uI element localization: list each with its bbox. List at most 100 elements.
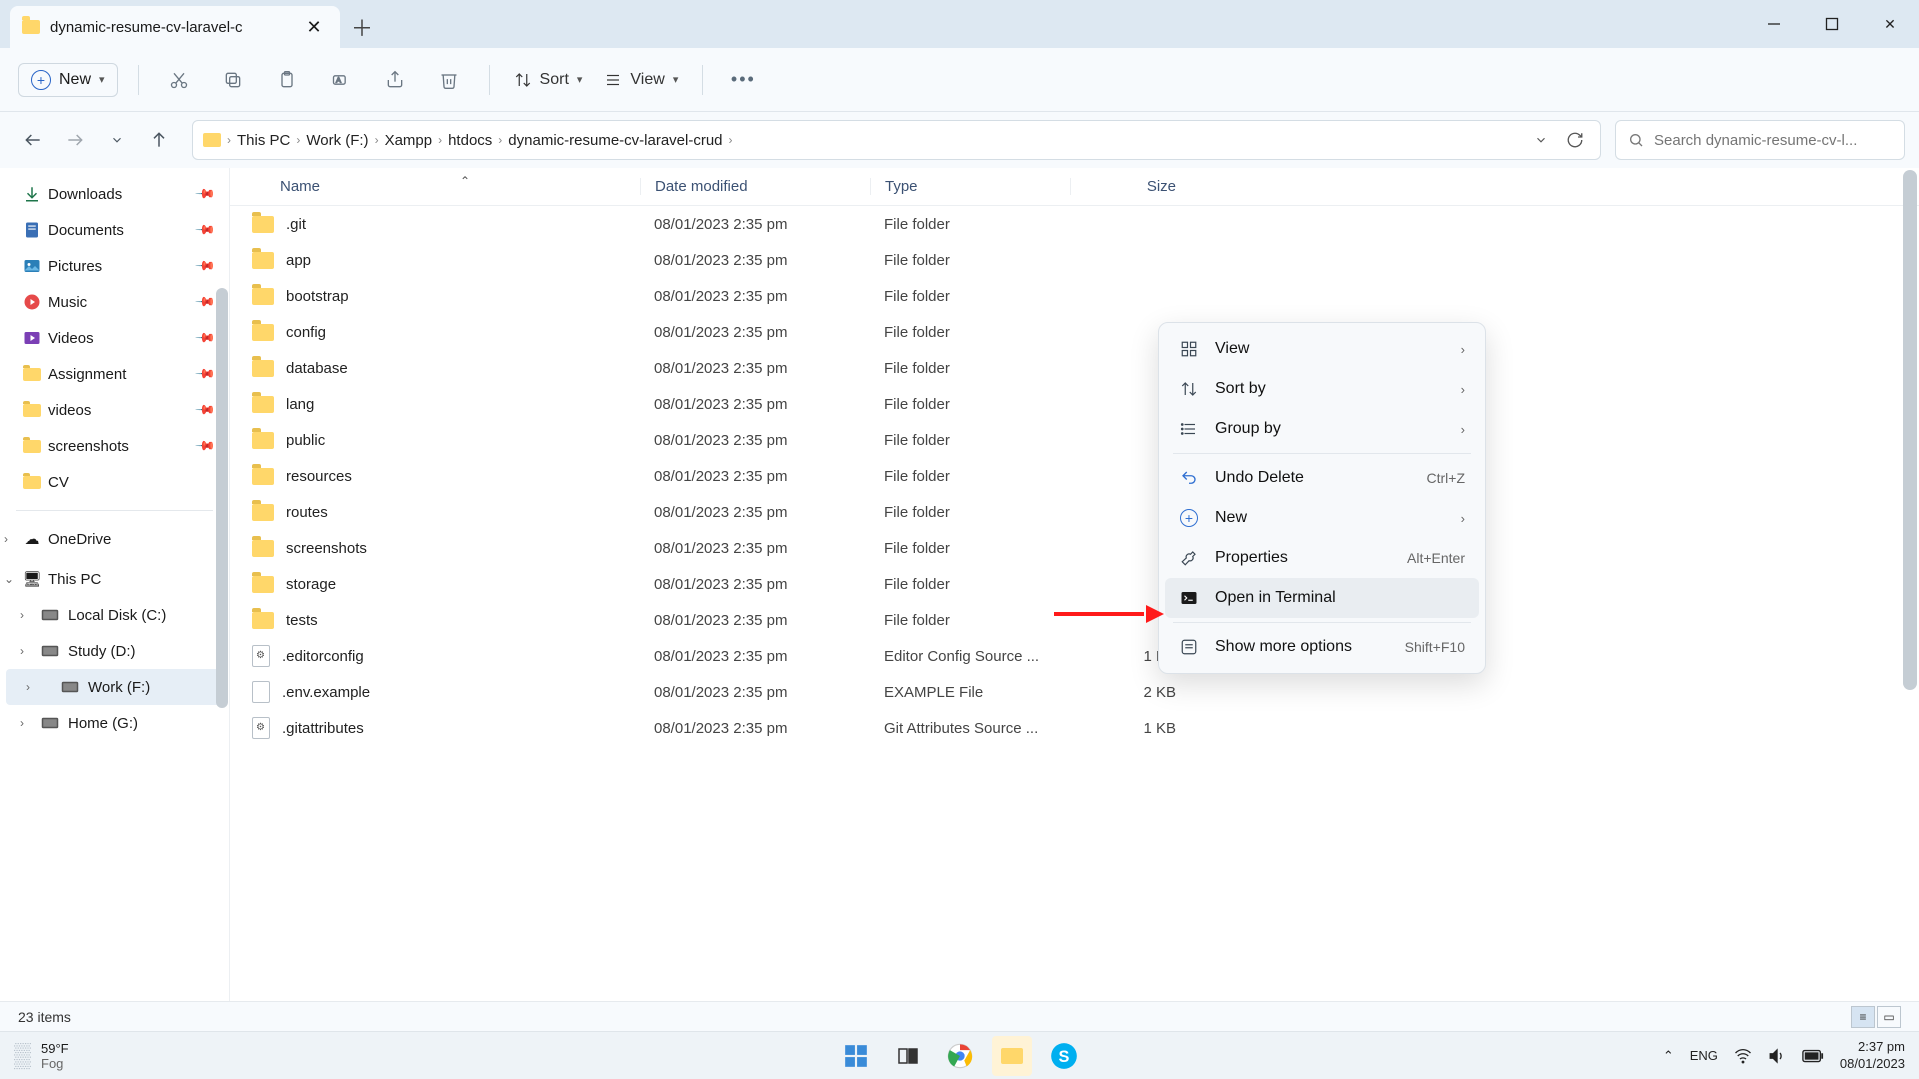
new-tab-button[interactable]: ＋ bbox=[340, 6, 384, 48]
sidebar-item[interactable]: Assignment📌 bbox=[0, 356, 229, 392]
sidebar-item[interactable]: Documents📌 bbox=[0, 212, 229, 248]
paste-icon[interactable] bbox=[267, 60, 307, 100]
weather-widget[interactable]: ▒ 59°F Fog bbox=[14, 1041, 69, 1071]
sidebar-item-label: Music bbox=[48, 294, 87, 311]
table-row[interactable]: .editorconfig08/01/2023 2:35 pmEditor Co… bbox=[230, 638, 1919, 674]
battery-icon[interactable] bbox=[1802, 1049, 1824, 1063]
explorer-icon[interactable] bbox=[992, 1036, 1032, 1076]
table-row[interactable]: .gitattributes08/01/2023 2:35 pmGit Attr… bbox=[230, 710, 1919, 746]
table-row[interactable]: public08/01/2023 2:35 pmFile folder bbox=[230, 422, 1919, 458]
share-icon[interactable] bbox=[375, 60, 415, 100]
table-row[interactable]: .git08/01/2023 2:35 pmFile folder bbox=[230, 206, 1919, 242]
back-button[interactable] bbox=[14, 121, 52, 159]
view-button[interactable]: View ▾ bbox=[600, 71, 682, 89]
file-date: 08/01/2023 2:35 pm bbox=[640, 432, 870, 449]
sidebar-item[interactable]: Music📌 bbox=[0, 284, 229, 320]
sidebar-item-drive[interactable]: ›Study (D:) bbox=[0, 633, 229, 669]
pin-icon: 📌 bbox=[194, 219, 217, 242]
sidebar-item-drive[interactable]: › Home (G:) bbox=[0, 705, 229, 741]
table-row[interactable]: config08/01/2023 2:35 pmFile folder bbox=[230, 314, 1919, 350]
sidebar-item[interactable]: Videos📌 bbox=[0, 320, 229, 356]
icons-view-toggle[interactable]: ▭ bbox=[1877, 1006, 1901, 1028]
window-tab[interactable]: dynamic-resume-cv-laravel-c ✕ bbox=[10, 6, 340, 48]
close-window-button[interactable]: ✕ bbox=[1861, 0, 1919, 48]
more-icon[interactable]: ••• bbox=[723, 60, 763, 100]
address-bar[interactable]: › This PC › Work (F:) › Xampp › htdocs ›… bbox=[192, 120, 1601, 160]
column-header-name[interactable]: Name ⌃ bbox=[230, 178, 640, 195]
table-row[interactable]: app08/01/2023 2:35 pmFile folder bbox=[230, 242, 1919, 278]
table-row[interactable]: bootstrap08/01/2023 2:35 pmFile folder bbox=[230, 278, 1919, 314]
wifi-icon[interactable] bbox=[1734, 1047, 1752, 1065]
column-header-type[interactable]: Type bbox=[870, 178, 1070, 195]
table-row[interactable]: screenshots08/01/2023 2:35 pmFile folder bbox=[230, 530, 1919, 566]
breadcrumb-segment[interactable]: Xampp bbox=[385, 132, 433, 149]
context-menu-item[interactable]: Sort by› bbox=[1165, 369, 1479, 409]
sidebar-item-drive[interactable]: ›Local Disk (C:) bbox=[0, 597, 229, 633]
clock[interactable]: 2:37 pm 08/01/2023 bbox=[1840, 1039, 1905, 1073]
sidebar-item[interactable]: Pictures📌 bbox=[0, 248, 229, 284]
copy-icon[interactable] bbox=[213, 60, 253, 100]
refresh-icon[interactable] bbox=[1560, 131, 1590, 149]
table-row[interactable]: routes08/01/2023 2:35 pmFile folder bbox=[230, 494, 1919, 530]
start-button[interactable] bbox=[836, 1036, 876, 1076]
language-indicator[interactable]: ENG bbox=[1690, 1048, 1718, 1063]
table-row[interactable]: .env.example08/01/2023 2:35 pmEXAMPLE Fi… bbox=[230, 674, 1919, 710]
table-row[interactable]: resources08/01/2023 2:35 pmFile folder bbox=[230, 458, 1919, 494]
chevron-down-icon[interactable] bbox=[1528, 133, 1554, 147]
context-menu-item[interactable]: Group by› bbox=[1165, 409, 1479, 449]
volume-icon[interactable] bbox=[1768, 1047, 1786, 1065]
delete-icon[interactable] bbox=[429, 60, 469, 100]
context-menu-item[interactable]: View› bbox=[1165, 329, 1479, 369]
forward-button[interactable] bbox=[56, 121, 94, 159]
up-button[interactable] bbox=[140, 121, 178, 159]
chevron-right-icon[interactable]: › bbox=[20, 608, 36, 622]
rename-icon[interactable]: A bbox=[321, 60, 361, 100]
sidebar-item-thispc[interactable]: ⌄ 🖥 This PC bbox=[0, 561, 229, 597]
table-row[interactable]: tests08/01/2023 2:35 pmFile folder bbox=[230, 602, 1919, 638]
sidebar-scrollbar[interactable] bbox=[216, 288, 228, 708]
sort-asc-icon: ⌃ bbox=[460, 174, 470, 188]
skype-icon[interactable]: S bbox=[1044, 1036, 1084, 1076]
context-menu-item[interactable]: Undo DeleteCtrl+Z bbox=[1165, 458, 1479, 498]
column-header-size[interactable]: Size bbox=[1070, 178, 1200, 195]
breadcrumb-segment[interactable]: htdocs bbox=[448, 132, 492, 149]
sidebar-item[interactable]: screenshots📌 bbox=[0, 428, 229, 464]
sort-button[interactable]: Sort ▾ bbox=[510, 71, 587, 89]
maximize-button[interactable] bbox=[1803, 0, 1861, 48]
minimize-button[interactable] bbox=[1745, 0, 1803, 48]
cut-icon[interactable] bbox=[159, 60, 199, 100]
recent-dropdown[interactable] bbox=[98, 121, 136, 159]
taskview-icon[interactable] bbox=[888, 1036, 928, 1076]
context-menu-item[interactable]: Show more optionsShift+F10 bbox=[1165, 627, 1479, 667]
chevron-right-icon[interactable]: › bbox=[20, 716, 36, 730]
chevron-right-icon[interactable]: › bbox=[20, 644, 36, 658]
table-row[interactable]: database08/01/2023 2:35 pmFile folder bbox=[230, 350, 1919, 386]
sidebar-item[interactable]: CV bbox=[0, 464, 229, 500]
sidebar-item-label: Home (G:) bbox=[68, 715, 138, 732]
table-row[interactable]: storage08/01/2023 2:35 pmFile folder bbox=[230, 566, 1919, 602]
context-menu-item[interactable]: Open in Terminal bbox=[1165, 578, 1479, 618]
chevron-right-icon[interactable]: › bbox=[4, 532, 20, 546]
sidebar-item-onedrive[interactable]: › ☁ OneDrive bbox=[0, 521, 229, 557]
context-menu-item[interactable]: +New› bbox=[1165, 498, 1479, 538]
sidebar-item-drive[interactable]: ›Work (F:) bbox=[6, 669, 223, 705]
context-menu-label: Undo Delete bbox=[1215, 469, 1304, 487]
chevron-down-icon[interactable]: ⌄ bbox=[4, 572, 20, 586]
new-button[interactable]: + New ▾ bbox=[18, 63, 118, 97]
sidebar-item[interactable]: videos📌 bbox=[0, 392, 229, 428]
chrome-icon[interactable] bbox=[940, 1036, 980, 1076]
context-menu-item[interactable]: PropertiesAlt+Enter bbox=[1165, 538, 1479, 578]
breadcrumb-segment[interactable]: Work (F:) bbox=[306, 132, 368, 149]
search-box[interactable] bbox=[1615, 120, 1905, 160]
table-row[interactable]: lang08/01/2023 2:35 pmFile folder bbox=[230, 386, 1919, 422]
sidebar-item[interactable]: Downloads📌 bbox=[0, 176, 229, 212]
filelist-scrollbar[interactable] bbox=[1903, 170, 1917, 690]
tray-chevron-icon[interactable]: ⌃ bbox=[1663, 1048, 1674, 1064]
search-input[interactable] bbox=[1654, 132, 1892, 149]
chevron-right-icon[interactable]: › bbox=[26, 680, 42, 694]
breadcrumb-segment[interactable]: dynamic-resume-cv-laravel-crud bbox=[508, 132, 722, 149]
column-header-date[interactable]: Date modified bbox=[640, 178, 870, 195]
breadcrumb-segment[interactable]: This PC bbox=[237, 132, 290, 149]
details-view-toggle[interactable]: ≡ bbox=[1851, 1006, 1875, 1028]
close-tab-icon[interactable]: ✕ bbox=[300, 13, 328, 41]
